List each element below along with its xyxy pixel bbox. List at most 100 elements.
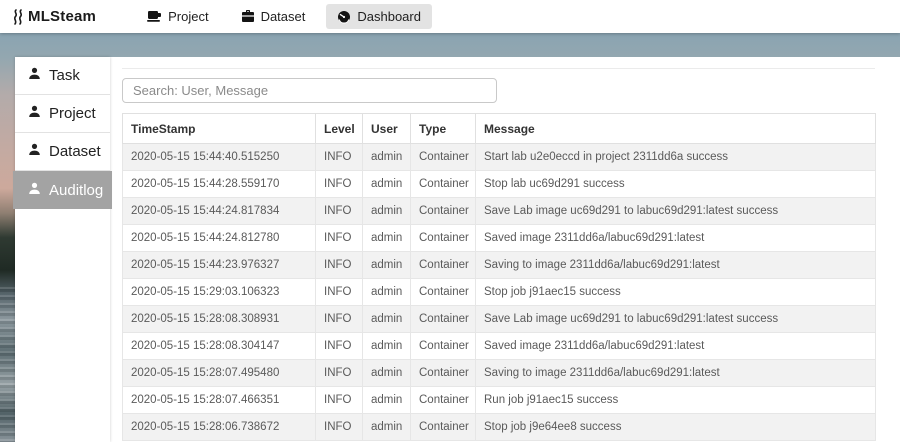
table-cell: INFO	[316, 360, 363, 387]
table-cell: Saving to image 2311dd6a/labuc69d291:lat…	[476, 360, 876, 387]
column-header[interactable]: TimeStamp	[123, 114, 316, 144]
table-cell: 2020-05-15 15:44:40.515250	[123, 144, 316, 171]
person-icon	[28, 105, 41, 122]
table-cell: Container	[411, 306, 476, 333]
navbar-tabs: Project Dataset	[136, 4, 432, 29]
sidebar: Task Project Dataset Au	[15, 57, 110, 442]
table-cell: Container	[411, 360, 476, 387]
sidebar-item-label: Task	[49, 67, 80, 84]
table-cell: INFO	[316, 198, 363, 225]
table-cell: admin	[363, 414, 411, 441]
table-row: 2020-05-15 15:44:28.559170INFOadminConta…	[123, 171, 876, 198]
main-content: TimeStampLevelUserTypeMessage 2020-05-15…	[110, 57, 900, 442]
sidebar-item-dataset[interactable]: Dataset	[15, 133, 110, 171]
table-cell: admin	[363, 387, 411, 414]
table-cell: Run job j91aec15 success	[476, 387, 876, 414]
tab-dataset[interactable]: Dataset	[230, 4, 317, 29]
table-cell: Container	[411, 252, 476, 279]
tab-dashboard-label: Dashboard	[357, 9, 421, 24]
table-cell: Saving to image 2311dd6a/labuc69d291:lat…	[476, 252, 876, 279]
table-cell: INFO	[316, 252, 363, 279]
table-row: 2020-05-15 15:28:06.738672INFOadminConta…	[123, 414, 876, 441]
column-header[interactable]: Level	[316, 114, 363, 144]
table-header-row: TimeStampLevelUserTypeMessage	[123, 114, 876, 144]
table-cell: 2020-05-15 15:28:07.495480	[123, 360, 316, 387]
table-cell: 2020-05-15 15:44:24.812780	[123, 225, 316, 252]
table-cell: admin	[363, 225, 411, 252]
tab-project-label: Project	[168, 9, 208, 24]
table-cell: Start lab u2e0eccd in project 2311dd6a s…	[476, 144, 876, 171]
column-header[interactable]: Message	[476, 114, 876, 144]
table-cell: Saved image 2311dd6a/labuc69d291:latest	[476, 225, 876, 252]
table-cell: Container	[411, 279, 476, 306]
app-logo[interactable]: MLSteam	[0, 8, 106, 25]
table-cell: INFO	[316, 144, 363, 171]
search-input[interactable]	[122, 78, 497, 103]
table-row: 2020-05-15 15:44:24.812780INFOadminConta…	[123, 225, 876, 252]
table-row: 2020-05-15 15:44:40.515250INFOadminConta…	[123, 144, 876, 171]
sidebar-item-label: Auditlog	[49, 182, 103, 199]
sidebar-item-auditlog[interactable]: Auditlog	[13, 171, 112, 209]
table-cell: INFO	[316, 279, 363, 306]
column-header[interactable]: User	[363, 114, 411, 144]
table-cell: admin	[363, 171, 411, 198]
table-cell: Container	[411, 387, 476, 414]
top-navbar: MLSteam Project	[0, 0, 900, 33]
column-header[interactable]: Type	[411, 114, 476, 144]
app-window: MLSteam Project	[0, 0, 900, 442]
table-cell: INFO	[316, 414, 363, 441]
dataset-icon	[241, 10, 255, 23]
table-cell: INFO	[316, 333, 363, 360]
table-cell: admin	[363, 252, 411, 279]
table-row: 2020-05-15 15:28:07.495480INFOadminConta…	[123, 360, 876, 387]
person-icon	[28, 143, 41, 160]
sidebar-item-label: Dataset	[49, 143, 101, 160]
table-cell: Container	[411, 171, 476, 198]
table-cell: Stop lab uc69d291 success	[476, 171, 876, 198]
table-cell: INFO	[316, 387, 363, 414]
project-icon	[147, 10, 162, 23]
audit-table-head: TimeStampLevelUserTypeMessage	[123, 114, 876, 144]
table-cell: INFO	[316, 306, 363, 333]
sidebar-item-project[interactable]: Project	[15, 95, 110, 133]
content-top-divider	[122, 68, 875, 69]
table-cell: Container	[411, 144, 476, 171]
table-cell: Save Lab image uc69d291 to labuc69d291:l…	[476, 306, 876, 333]
table-cell: 2020-05-15 15:28:08.308931	[123, 306, 316, 333]
audit-table-body: 2020-05-15 15:44:40.515250INFOadminConta…	[123, 144, 876, 441]
table-cell: admin	[363, 279, 411, 306]
table-cell: 2020-05-15 15:28:08.304147	[123, 333, 316, 360]
tab-project[interactable]: Project	[136, 4, 219, 29]
table-cell: 2020-05-15 15:28:07.466351	[123, 387, 316, 414]
app-logo-text: MLSteam	[28, 8, 96, 25]
table-cell: Container	[411, 333, 476, 360]
tab-dashboard[interactable]: Dashboard	[326, 4, 432, 29]
table-cell: admin	[363, 306, 411, 333]
table-row: 2020-05-15 15:44:23.976327INFOadminConta…	[123, 252, 876, 279]
table-row: 2020-05-15 15:44:24.817834INFOadminConta…	[123, 198, 876, 225]
table-row: 2020-05-15 15:29:03.106323INFOadminConta…	[123, 279, 876, 306]
table-cell: Saved image 2311dd6a/labuc69d291:latest	[476, 333, 876, 360]
table-cell: admin	[363, 360, 411, 387]
table-cell: Container	[411, 414, 476, 441]
table-row: 2020-05-15 15:28:08.304147INFOadminConta…	[123, 333, 876, 360]
table-cell: Stop job j9e64ee8 success	[476, 414, 876, 441]
dashboard-icon	[337, 10, 351, 24]
table-cell: 2020-05-15 15:44:28.559170	[123, 171, 316, 198]
table-cell: admin	[363, 144, 411, 171]
sidebar-item-task[interactable]: Task	[15, 57, 110, 95]
person-icon	[28, 182, 41, 199]
table-cell: 2020-05-15 15:28:06.738672	[123, 414, 316, 441]
sidebar-item-label: Project	[49, 105, 96, 122]
table-row: 2020-05-15 15:28:08.308931INFOadminConta…	[123, 306, 876, 333]
person-icon	[28, 67, 41, 84]
tab-dataset-label: Dataset	[261, 9, 306, 24]
table-cell: INFO	[316, 225, 363, 252]
auditlog-table: TimeStampLevelUserTypeMessage 2020-05-15…	[122, 113, 876, 441]
table-row: 2020-05-15 15:28:07.466351INFOadminConta…	[123, 387, 876, 414]
table-cell: Save Lab image uc69d291 to labuc69d291:l…	[476, 198, 876, 225]
table-cell: Container	[411, 198, 476, 225]
table-cell: Stop job j91aec15 success	[476, 279, 876, 306]
table-cell: 2020-05-15 15:29:03.106323	[123, 279, 316, 306]
table-cell: admin	[363, 198, 411, 225]
